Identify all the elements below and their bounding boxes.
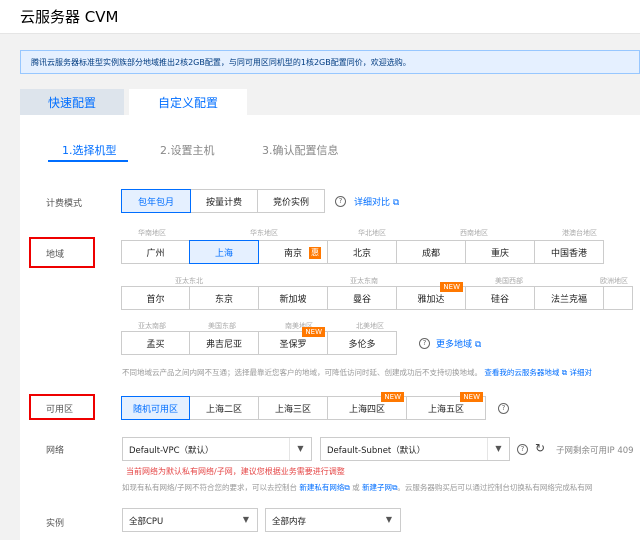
- region-partial-next[interactable]: [603, 286, 633, 310]
- help-icon[interactable]: ?: [335, 196, 346, 207]
- region-chongqing[interactable]: 重庆: [465, 240, 535, 264]
- billing-compare-link[interactable]: 详细对比 ⧉: [354, 195, 399, 208]
- region-group-europe: 欧洲地区: [600, 277, 628, 285]
- subnet-select[interactable]: Default-Subnet（默认） ▼: [320, 437, 510, 461]
- zone-shanghai-2[interactable]: 上海二区: [189, 396, 259, 420]
- external-link-icon: ⧉: [472, 340, 482, 350]
- step-select-model[interactable]: 1.选择机型: [62, 142, 117, 158]
- billing-options: 包年包月 按量计费 竞价实例: [121, 189, 325, 213]
- chevron-down-icon: ▼: [242, 515, 249, 524]
- zone-shanghai-4[interactable]: 上海四区 NEW: [327, 392, 407, 420]
- help-icon[interactable]: ?: [419, 338, 430, 349]
- region-row-3: 孟买 弗吉尼亚 圣保罗 NEW 多伦多: [121, 327, 397, 355]
- region-toronto[interactable]: 多伦多: [327, 331, 397, 355]
- subnet-ip-count: 子网剩余可用IP 409: [556, 446, 634, 456]
- region-group-ap-south: 亚太南部: [138, 322, 166, 330]
- region-shanghai[interactable]: 上海: [189, 240, 259, 264]
- region-chengdu[interactable]: 成都: [396, 240, 466, 264]
- external-link-icon: ⧉: [559, 368, 570, 377]
- external-link-icon: ⧉: [390, 198, 400, 208]
- details-link[interactable]: 详细对: [570, 368, 593, 377]
- region-virginia[interactable]: 弗吉尼亚: [189, 331, 259, 355]
- region-bangkok[interactable]: 曼谷: [327, 286, 397, 310]
- hot-badge: 惠: [309, 247, 321, 259]
- page-title: 云服务器 CVM: [20, 8, 119, 26]
- new-badge: NEW: [440, 282, 463, 292]
- tab-quick-config[interactable]: 快速配置: [20, 89, 124, 115]
- zone-options: 随机可用区 上海二区 上海三区 上海四区 NEW 上海五区 NEW: [121, 392, 486, 420]
- memory-select[interactable]: 全部内存 ▼: [265, 508, 401, 532]
- chevron-down-icon: ▼: [385, 515, 392, 524]
- region-beijing[interactable]: 北京: [327, 240, 397, 264]
- billing-spot[interactable]: 竞价实例: [257, 189, 325, 213]
- new-badge: NEW: [460, 392, 483, 402]
- billing-prepaid[interactable]: 包年包月: [121, 189, 191, 213]
- step-confirm[interactable]: 3.确认配置信息: [262, 142, 339, 158]
- region-seoul[interactable]: 首尔: [121, 286, 190, 310]
- region-hint: 不同地域云产品之间内网不互通；选择最靠近您客户的地域，可降低访问时延、创建成功后…: [122, 368, 593, 377]
- network-hint: 如现有私有网络/子网不符合您的要求，可以去控制台 新建私有网络⧉ 或 新建子网⧉…: [122, 483, 593, 492]
- new-badge: NEW: [381, 392, 404, 402]
- help-icon[interactable]: ?: [517, 444, 528, 455]
- region-group-us-east: 美国东部: [208, 322, 236, 330]
- region-group-us-west: 美国西部: [495, 277, 523, 285]
- chevron-down-icon: ▼: [289, 438, 311, 460]
- region-group-north: 华北地区: [358, 229, 386, 237]
- more-regions-link[interactable]: 更多地域 ⧉: [436, 337, 481, 350]
- billing-label: 计费模式: [46, 199, 83, 209]
- region-group-north-america: 北美地区: [356, 322, 384, 330]
- cpu-select[interactable]: 全部CPU ▼: [122, 508, 258, 532]
- zone-shanghai-3[interactable]: 上海三区: [258, 396, 328, 420]
- region-row-2: 首尔 东京 新加坡 曼谷 雅加达 NEW 硅谷 法兰克福: [121, 282, 633, 310]
- vpc-select[interactable]: Default-VPC（默认） ▼: [122, 437, 312, 461]
- billing-postpaid[interactable]: 按量计费: [190, 189, 258, 213]
- region-group-east: 华东地区: [250, 229, 278, 237]
- refresh-icon[interactable]: ↻: [535, 441, 545, 455]
- help-icon[interactable]: ?: [498, 403, 509, 414]
- region-group-ap-southeast: 亚太东南: [350, 277, 378, 285]
- external-link-icon: ⧉: [344, 483, 350, 492]
- notice-banner: 腾讯云服务器标准型实例族部分地域推出2核2GB配置，与同可用区同机型的1核2GB…: [20, 50, 640, 74]
- page-header: 云服务器 CVM: [0, 0, 640, 34]
- region-hongkong[interactable]: 中国香港: [534, 240, 604, 264]
- region-guangzhou[interactable]: 广州: [121, 240, 190, 264]
- region-silicon-valley[interactable]: 硅谷: [465, 286, 535, 310]
- region-label: 地域: [46, 250, 65, 260]
- instance-label: 实例: [46, 519, 65, 529]
- step-host-settings[interactable]: 2.设置主机: [160, 142, 215, 158]
- region-group-southwest: 西南地区: [460, 229, 488, 237]
- new-subnet-link[interactable]: 新建子网: [362, 483, 392, 492]
- zone-random[interactable]: 随机可用区: [121, 396, 190, 420]
- region-group-hk-tw: 港澳台地区: [562, 229, 597, 237]
- chevron-down-icon: ▼: [487, 438, 509, 460]
- network-label: 网络: [46, 446, 65, 456]
- my-regions-link[interactable]: 查看我的云服务器地域: [484, 368, 559, 377]
- region-jakarta[interactable]: 雅加达 NEW: [396, 282, 466, 310]
- zone-shanghai-5[interactable]: 上海五区 NEW: [406, 392, 486, 420]
- region-group-south: 华南地区: [138, 229, 166, 237]
- region-singapore[interactable]: 新加坡: [258, 286, 328, 310]
- new-badge: NEW: [302, 327, 325, 337]
- region-tokyo[interactable]: 东京: [189, 286, 259, 310]
- region-sao-paulo[interactable]: 圣保罗 NEW: [258, 327, 328, 355]
- tab-custom-config[interactable]: 自定义配置: [129, 89, 247, 115]
- region-row-1: 广州 上海 南京惠 北京 成都 重庆 中国香港: [121, 240, 604, 264]
- network-warning: 当前网络为默认私有网络/子网，建议您根据业务需要进行调整: [126, 467, 345, 476]
- new-vpc-link[interactable]: 新建私有网络: [299, 483, 344, 492]
- region-nanjing[interactable]: 南京惠: [258, 240, 328, 264]
- active-step-indicator: [48, 160, 128, 162]
- region-mumbai[interactable]: 孟买: [121, 331, 190, 355]
- region-group-ap-northeast: 亚太东北: [175, 277, 203, 285]
- zone-label: 可用区: [46, 405, 74, 415]
- region-frankfurt[interactable]: 法兰克福: [534, 286, 604, 310]
